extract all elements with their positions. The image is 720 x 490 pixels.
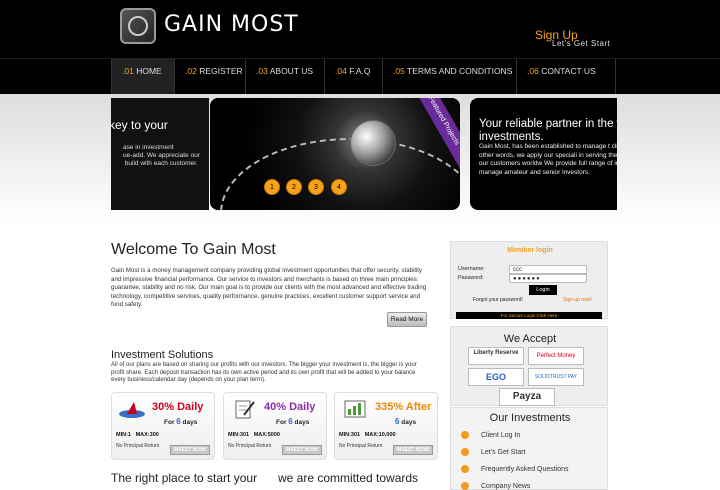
secure-login-link[interactable]: For Secure Login Click Here xyxy=(456,312,602,319)
member-login-box: Member login Username: ccc Password: ●●●… xyxy=(450,241,608,319)
plan-percent: 335% After xyxy=(375,401,432,413)
nav-label: F.A.Q xyxy=(349,66,371,76)
nav-label: CONTACT US xyxy=(541,66,596,76)
nav-number: .04 xyxy=(335,66,347,76)
main-nav: .01 HOME .02 REGISTER .03 ABOUT US .04 F… xyxy=(0,58,720,95)
slide-right-title: Your reliable partner in the wo investme… xyxy=(479,118,617,143)
plan-card-1: 30% Daily For 6 days MIN:1 MAX:300 No Pr… xyxy=(111,392,215,460)
payza-logo: Payza xyxy=(499,388,555,406)
nav-label: REGISTER xyxy=(199,66,243,76)
plan-limits: MIN:301 MAX:10,000 xyxy=(339,432,396,438)
read-more-button[interactable]: Read More xyxy=(387,312,427,327)
nav-item-about[interactable]: .03 ABOUT US xyxy=(245,59,324,95)
we-accept-box: We Accept Liberty Reserve Perfect Money … xyxy=(450,326,608,406)
plan-term: For 6 days xyxy=(276,417,310,426)
nav-item-faq[interactable]: .04 F.A.Q xyxy=(324,59,382,95)
login-title: Member login xyxy=(507,247,553,254)
plan-percent: 30% Daily xyxy=(152,401,204,413)
accept-title: We Accept xyxy=(503,333,557,345)
nav-number: .05 xyxy=(393,66,405,76)
plan-term: For 6 days xyxy=(164,417,198,426)
bottom-heading-1: The right place to start your xyxy=(111,471,258,485)
plan-card-3: 335% After 6 days MIN:301 MAX:10,000 No … xyxy=(334,392,438,460)
arrow-bullet-icon xyxy=(461,431,469,440)
plan-limits: MIN:1 MAX:300 xyxy=(116,432,159,438)
arrow-bullet-icon xyxy=(461,448,469,457)
investment-text: All of our plans are based on sharing ou… xyxy=(111,362,417,383)
nav-item-home[interactable]: .01 HOME xyxy=(111,59,174,95)
list-item-company-news[interactable]: Company News xyxy=(461,481,601,490)
globe-icon xyxy=(350,120,396,166)
signup-subtitle: Let's Get Start xyxy=(552,39,611,48)
nav-number: .02 xyxy=(185,66,197,76)
nav-label: ABOUT US xyxy=(269,66,314,76)
clock-graphic xyxy=(220,138,460,210)
forgot-password-link[interactable]: Forgot your password! xyxy=(473,297,523,303)
site-header: GAIN MOST Sign Up Let's Get Start xyxy=(0,0,720,58)
solidtrust-pay-logo: SOLIDTRUST PAY xyxy=(528,368,584,386)
slider-dot-4[interactable]: 4 xyxy=(331,179,347,195)
arrow-bullet-icon xyxy=(461,465,469,474)
slide-left-text: ase in investment ue-add. We appreciate … xyxy=(123,144,200,167)
nav-item-terms[interactable]: .05 TERMS AND CONDITIONS xyxy=(382,59,516,95)
plan-principal: No Principal Return xyxy=(339,443,383,449)
plan-term: 6 days xyxy=(395,417,417,426)
welcome-title: Welcome To Gain Most xyxy=(111,241,276,258)
username-field[interactable]: ccc xyxy=(509,265,587,274)
nav-number: .06 xyxy=(527,66,539,76)
slide-left-title: key to your xyxy=(111,118,168,132)
password-field[interactable]: ●●●●●● xyxy=(509,274,587,283)
our-investments-title: Our Investments xyxy=(489,412,571,424)
perfect-money-logo: Perfect Money xyxy=(528,347,584,365)
signup-now-link[interactable]: Sign up now! xyxy=(563,297,592,303)
invest-now-button[interactable]: INVEST NOW! xyxy=(170,445,210,455)
bar-chart-icon xyxy=(344,400,366,418)
plan-principal: No Principal Return xyxy=(228,443,272,449)
login-button[interactable]: Login xyxy=(529,285,557,295)
nav-label: HOME xyxy=(136,66,162,76)
plan-principal: No Principal Return xyxy=(116,443,160,449)
invest-now-button[interactable]: INVEST NOW! xyxy=(393,445,433,455)
slide-main-image[interactable]: Featured Projects 1 2 3 4 xyxy=(210,98,460,210)
invest-now-button[interactable]: INVEST NOW! xyxy=(282,445,322,455)
list-item-client-login[interactable]: Client Log In xyxy=(461,430,601,446)
plan-percent: 40% Daily xyxy=(264,401,316,413)
slide-left-panel: key to your ase in investment ue-add. We… xyxy=(111,98,209,210)
logo-text[interactable]: GAIN MOST xyxy=(164,12,299,37)
pyramid-icon xyxy=(119,402,145,418)
document-icon xyxy=(235,400,255,419)
slider-dot-3[interactable]: 3 xyxy=(308,179,324,195)
password-label: Password: xyxy=(458,275,484,281)
username-label: Username: xyxy=(458,266,485,272)
nav-item-contact[interactable]: .06 CONTACT US xyxy=(516,59,616,95)
bottom-heading-2: we are committed towards xyxy=(278,471,419,485)
nav-number: .03 xyxy=(256,66,268,76)
logo-icon[interactable] xyxy=(120,8,156,44)
welcome-text: Gain Most is a money management company … xyxy=(111,267,427,309)
slider-dot-2[interactable]: 2 xyxy=(286,179,302,195)
nav-item-register[interactable]: .02 REGISTER xyxy=(174,59,245,95)
list-item-lets-get-start[interactable]: Let's Get Start xyxy=(461,447,601,463)
list-item-faq[interactable]: Frequently Asked Questions xyxy=(461,464,601,480)
nav-label: TERMS AND CONDITIONS xyxy=(407,66,513,76)
arrow-bullet-icon xyxy=(461,482,469,490)
liberty-reserve-logo: Liberty Reserve xyxy=(468,347,524,365)
slide-right-text: Gain Most, has been established to manag… xyxy=(479,143,617,176)
slide-right-panel: Your reliable partner in the wo investme… xyxy=(470,98,617,210)
plan-card-2: 40% Daily For 6 days MIN:301 MAX:5000 No… xyxy=(223,392,327,460)
slider-dot-1[interactable]: 1 xyxy=(264,179,280,195)
ego-logo: EGO xyxy=(468,368,524,386)
investment-title: Investment Solutions xyxy=(111,349,214,361)
nav-number: .01 xyxy=(122,66,134,76)
our-investments-box: Our Investments Client Log In Let's Get … xyxy=(450,407,608,490)
plan-limits: MIN:301 MAX:5000 xyxy=(228,432,280,438)
